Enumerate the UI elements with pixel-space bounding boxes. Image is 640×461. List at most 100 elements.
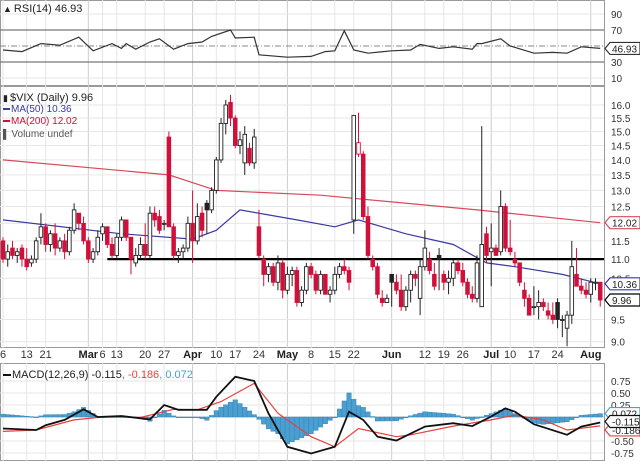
- macd-histogram-bar: [24, 415, 30, 418]
- macd-histogram-bar: [403, 416, 409, 419]
- candle-body: [384, 297, 390, 303]
- macd-histogram-bar: [593, 413, 599, 418]
- ma200-value: 12.02: [52, 116, 78, 127]
- candle-body: [48, 233, 53, 245]
- macd-histogram-bar: [408, 415, 414, 418]
- macd-histogram-bar: [389, 416, 395, 422]
- macd-histogram-bar: [441, 413, 447, 418]
- macd-histogram-bar: [313, 416, 319, 431]
- candle-body: [342, 266, 347, 271]
- candle-body: [503, 206, 508, 249]
- x-axis-label: Aug: [580, 349, 601, 361]
- price-y-tick-label: 9.0: [611, 338, 625, 349]
- symbol-label: $VIX (Daily): [9, 92, 69, 104]
- candle-body: [76, 212, 82, 224]
- candle-body: [517, 262, 522, 283]
- rsi-y-tick-label: 30: [611, 58, 623, 69]
- candle-body: [29, 258, 34, 264]
- macd-histogram-bar: [185, 416, 191, 419]
- candle-body: [522, 289, 527, 299]
- macd-histogram-bar: [0, 413, 6, 418]
- candle-body: [555, 302, 560, 320]
- candle-body: [185, 222, 191, 249]
- price-y-tick-label: 11.5: [611, 237, 630, 248]
- candle-body: [308, 266, 314, 275]
- price-legend: ▮ $VIX (Daily) 9.96 MA(50) 10.36 MA(200) …: [3, 92, 93, 141]
- hist-value: 0.072: [165, 369, 193, 381]
- candle-body: [214, 159, 219, 191]
- macd-histogram-bar: [427, 411, 433, 418]
- candle-body: [593, 281, 598, 284]
- price-y-tick-label: 14.0: [611, 156, 631, 167]
- candle-body: [119, 219, 124, 238]
- candle-body: [460, 270, 466, 283]
- candle-body: [180, 247, 186, 253]
- candle-body: [105, 226, 110, 245]
- macd-histogram-bar: [446, 413, 452, 418]
- candle-body: [247, 147, 252, 164]
- macd-histogram-bar: [209, 415, 215, 418]
- candle-body: [323, 273, 328, 295]
- rsi-value: 46.93: [54, 3, 83, 15]
- close-value: 9.96: [71, 92, 94, 104]
- macd-histogram-bar: [479, 416, 485, 418]
- candle-body: [138, 244, 143, 256]
- macd-histogram-bar: [412, 414, 418, 418]
- candle-body: [574, 273, 579, 287]
- rsi-value-tag-text: 46.93: [612, 44, 637, 55]
- macd-histogram-bar: [156, 413, 162, 418]
- candle-body: [417, 266, 423, 299]
- macd-histogram-bar: [62, 414, 68, 418]
- candle-body: [204, 202, 210, 211]
- macd-value-tag: -0.115: [604, 414, 640, 429]
- candle-body: [432, 273, 437, 287]
- macd-histogram-bar: [569, 416, 575, 420]
- candle-body: [545, 310, 551, 316]
- macd-histogram-bar: [57, 414, 63, 418]
- candle-body: [24, 258, 29, 268]
- candle-body: [536, 302, 541, 308]
- candle-body: [583, 289, 589, 295]
- candle-body: [507, 247, 513, 253]
- x-axis-label: 17: [528, 349, 540, 361]
- candle-body: [261, 258, 266, 275]
- price-y-tick-label: 13.0: [611, 186, 631, 197]
- x-axis-label: 13: [111, 349, 123, 361]
- macd-histogram-bar: [204, 416, 210, 421]
- candle-body: [422, 247, 428, 268]
- x-axis-label: Jul: [483, 349, 499, 361]
- candle-body: [228, 101, 233, 119]
- rsi-value-tag: 46.93: [604, 41, 640, 55]
- macd-value-tag-text: -0.115: [612, 418, 640, 429]
- candle-body: [318, 273, 323, 291]
- candle-body: [171, 226, 176, 256]
- macd-label: MACD(12,26,9): [12, 369, 89, 381]
- price-y-tick-label: 12.5: [611, 203, 631, 214]
- candle-body: [479, 244, 484, 308]
- candle-body: [398, 289, 404, 308]
- macd-histogram-bar: [242, 407, 248, 418]
- candle-body: [128, 236, 134, 260]
- candle-body: [218, 122, 224, 161]
- ma50-swatch-icon: [3, 108, 10, 111]
- x-axis-label: 24: [551, 349, 563, 361]
- candle-body: [413, 273, 418, 279]
- macd-histogram-bar: [308, 416, 314, 434]
- ma50-value-tag: 10.36: [604, 277, 640, 291]
- ma200-value-tag: 12.02: [604, 216, 640, 230]
- candle-body: [436, 254, 442, 260]
- macd-histogram-bar: [431, 412, 437, 418]
- candle-body: [484, 233, 489, 256]
- x-axis-label: 26: [457, 349, 469, 361]
- macd-histogram-bar: [232, 399, 238, 418]
- x-axis-label: May: [277, 349, 299, 361]
- x-axis-label: 6: [99, 349, 105, 361]
- x-axis-label: 19: [438, 349, 450, 361]
- macd-histogram-bar: [194, 416, 200, 419]
- macd-histogram-bar: [19, 415, 25, 418]
- candle-body: [67, 229, 72, 253]
- candle-body: [33, 240, 39, 260]
- macd-histogram-bar: [327, 416, 333, 421]
- macd-histogram-bar: [218, 406, 224, 418]
- macd-histogram-bar: [14, 415, 20, 418]
